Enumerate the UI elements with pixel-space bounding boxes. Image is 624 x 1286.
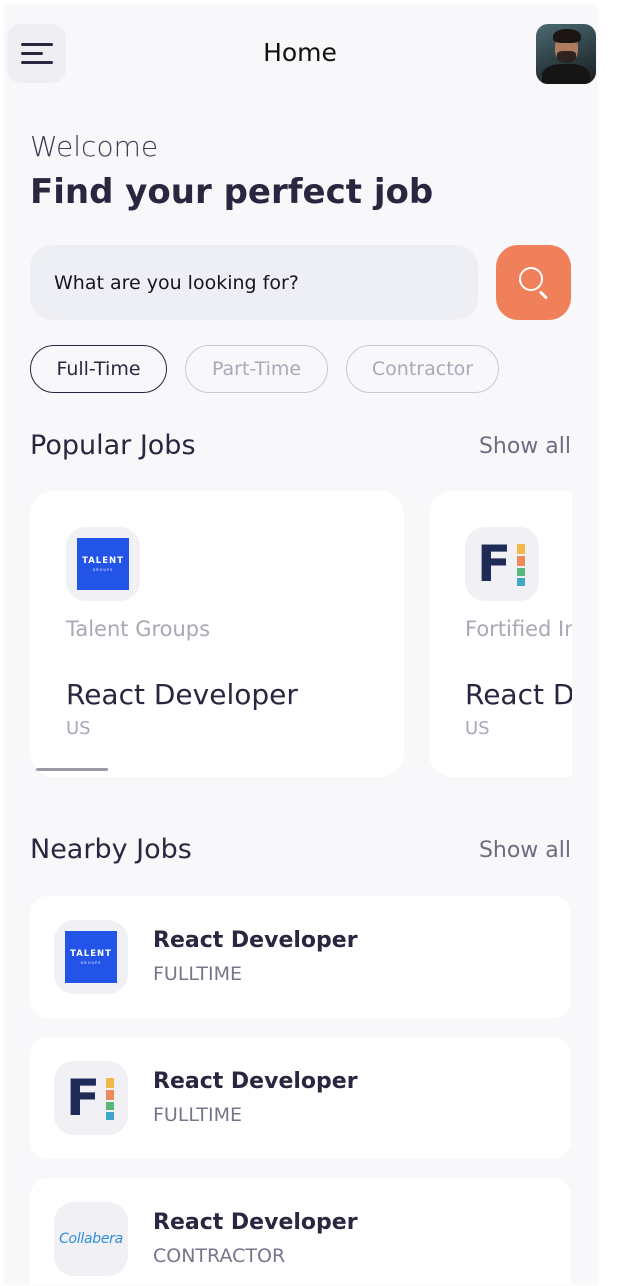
popular-job-card[interactable]: TALENT GROUPS Talent Groups React Develo… — [30, 491, 404, 777]
fortified-logo: F — [477, 539, 527, 589]
search-input[interactable]: What are you looking for? — [30, 245, 478, 320]
app-screen: Home Welcome Find your perfect job What … — [4, 6, 596, 1284]
collabera-logo: Collabera — [59, 1231, 123, 1247]
company-name: Talent Groups — [66, 617, 211, 641]
job-title: React Developer — [465, 678, 572, 711]
filter-chip-part-time[interactable]: Part-Time — [185, 345, 328, 393]
search-placeholder: What are you looking for? — [54, 271, 299, 294]
company-logo: TALENT GROUPS — [66, 527, 140, 601]
filter-chip-contractor[interactable]: Contractor — [346, 345, 499, 393]
search-icon — [519, 267, 543, 291]
avatar[interactable] — [536, 24, 596, 84]
popular-jobs-title: Popular Jobs — [30, 430, 196, 461]
job-location: US — [465, 718, 490, 739]
nearby-job-card[interactable]: Collabera React Developer CONTRACTOR — [30, 1178, 571, 1284]
company-logo: Collabera — [54, 1202, 128, 1276]
job-location: US — [66, 718, 91, 739]
job-type: FULLTIME — [153, 1104, 242, 1126]
nearby-job-card[interactable]: TALENT GROUPS React Developer FULLTIME — [30, 896, 571, 1018]
fortified-logo: F — [66, 1073, 116, 1123]
headline: Find your perfect job — [30, 172, 434, 212]
job-title: React Developer — [153, 1210, 358, 1235]
company-name: Fortified Intelligence — [465, 617, 572, 641]
job-title: React Developer — [153, 928, 358, 953]
company-logo: F — [465, 527, 539, 601]
popular-jobs-carousel[interactable]: TALENT GROUPS Talent Groups React Develo… — [30, 491, 572, 781]
job-title: React Developer — [66, 678, 298, 711]
welcome-text: Welcome — [30, 130, 159, 163]
job-title: React Developer — [153, 1069, 358, 1094]
talent-groups-logo: TALENT GROUPS — [77, 538, 129, 590]
nearby-show-all-link[interactable]: Show all — [479, 838, 571, 863]
filter-chip-full-time[interactable]: Full-Time — [30, 345, 167, 393]
popular-job-card[interactable]: F Fortified Intelligence React Developer… — [429, 491, 572, 777]
company-logo: TALENT GROUPS — [54, 920, 128, 994]
job-type: FULLTIME — [153, 963, 242, 985]
page-title: Home — [263, 38, 337, 67]
popular-show-all-link[interactable]: Show all — [479, 434, 571, 459]
nearby-jobs-title: Nearby Jobs — [30, 834, 192, 865]
job-type: CONTRACTOR — [153, 1245, 286, 1267]
talent-groups-logo: TALENT GROUPS — [65, 931, 117, 983]
search-button[interactable] — [496, 245, 571, 320]
company-logo: F — [54, 1061, 128, 1135]
nearby-job-card[interactable]: F React Developer FULLTIME — [30, 1037, 571, 1159]
scroll-indicator — [36, 768, 108, 771]
